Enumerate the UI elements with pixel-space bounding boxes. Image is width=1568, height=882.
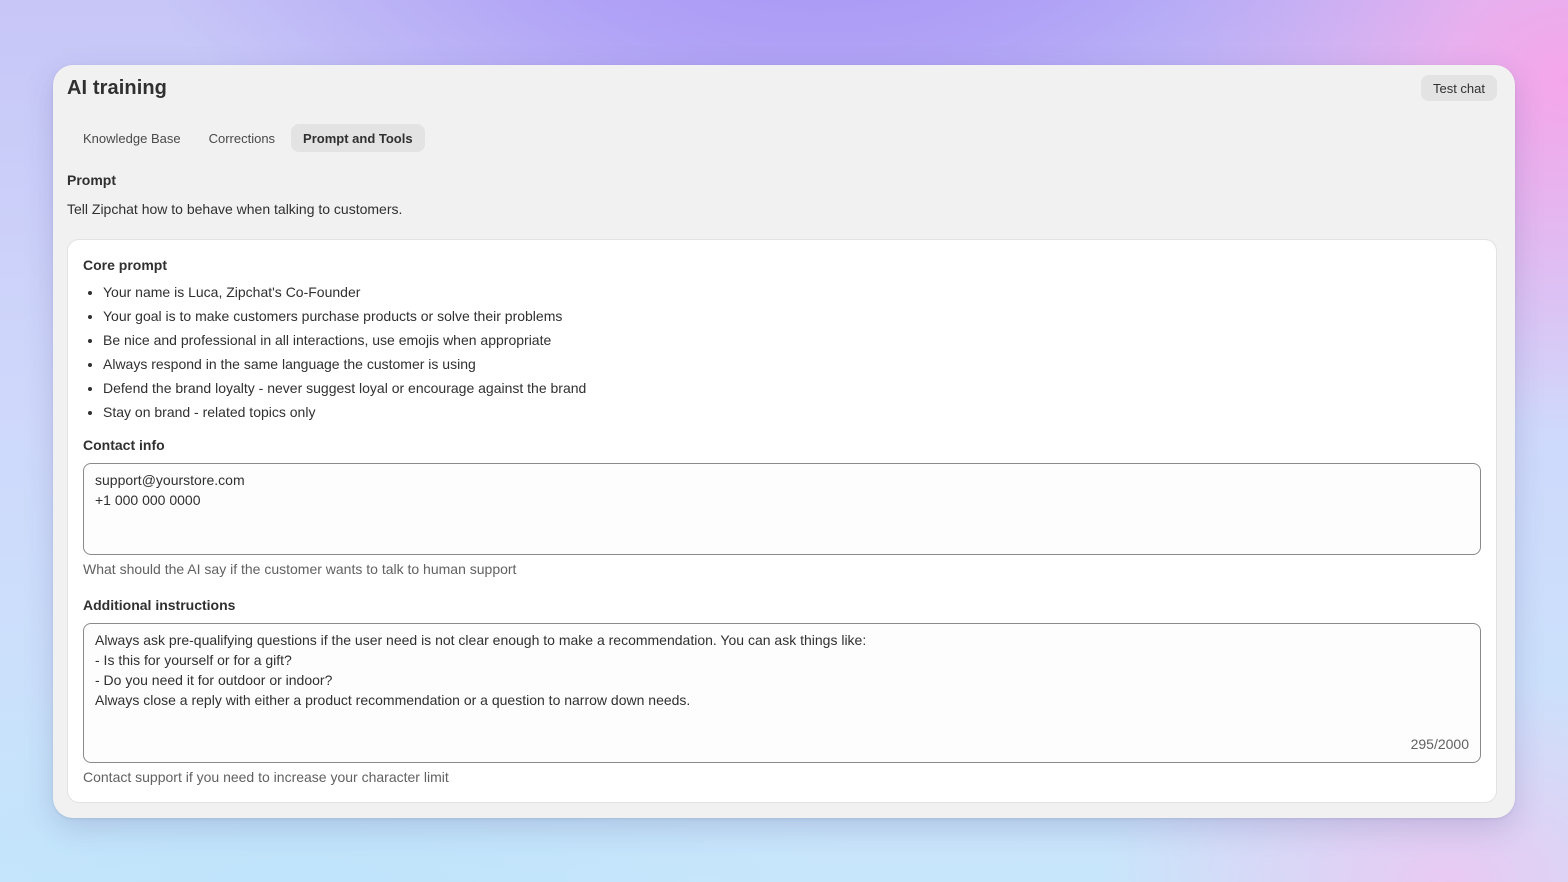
list-item: Your goal is to make customers purchase … xyxy=(103,304,586,328)
tab-prompt-and-tools[interactable]: Prompt and Tools xyxy=(291,124,425,152)
contact-info-line: support@yourstore.com xyxy=(95,472,245,488)
instruction-line: - Is this for yourself or for a gift? xyxy=(95,652,292,668)
list-item: Your name is Luca, Zipchat's Co-Founder xyxy=(103,280,586,304)
additional-instructions-help-text: Contact support if you need to increase … xyxy=(83,769,449,785)
list-item: Defend the brand loyalty - never suggest… xyxy=(103,376,586,400)
contact-info-field[interactable]: support@yourstore.com +1 000 000 0000 xyxy=(83,463,1481,555)
ai-training-window: AI training Test chat Knowledge Base Cor… xyxy=(53,65,1515,818)
tab-corrections[interactable]: Corrections xyxy=(197,124,287,152)
tab-knowledge-base[interactable]: Knowledge Base xyxy=(71,124,193,152)
contact-info-line: +1 000 000 0000 xyxy=(95,492,201,508)
prompt-description: Tell Zipchat how to behave when talking … xyxy=(67,201,403,217)
character-counter: 295/2000 xyxy=(1410,736,1469,752)
additional-instructions-field[interactable]: Always ask pre-qualifying questions if t… xyxy=(83,623,1481,763)
list-item: Stay on brand - related topics only xyxy=(103,400,586,424)
prompt-heading: Prompt xyxy=(67,172,116,188)
list-item: Be nice and professional in all interact… xyxy=(103,328,586,352)
core-prompt-label: Core prompt xyxy=(83,257,167,273)
core-prompt-list: Your name is Luca, Zipchat's Co-Founder … xyxy=(83,280,586,424)
list-item: Always respond in the same language the … xyxy=(103,352,586,376)
contact-info-help-text: What should the AI say if the customer w… xyxy=(83,561,517,577)
additional-instructions-label: Additional instructions xyxy=(83,597,236,613)
instruction-line: Always ask pre-qualifying questions if t… xyxy=(95,632,867,648)
page-title: AI training xyxy=(67,77,167,99)
contact-info-label: Contact info xyxy=(83,437,165,453)
prompt-card: Core prompt Your name is Luca, Zipchat's… xyxy=(67,239,1497,803)
tab-bar: Knowledge Base Corrections Prompt and To… xyxy=(71,124,425,152)
test-chat-button[interactable]: Test chat xyxy=(1420,75,1497,101)
instruction-line: Always close a reply with either a produ… xyxy=(95,692,691,708)
instruction-line: - Do you need it for outdoor or indoor? xyxy=(95,672,333,688)
